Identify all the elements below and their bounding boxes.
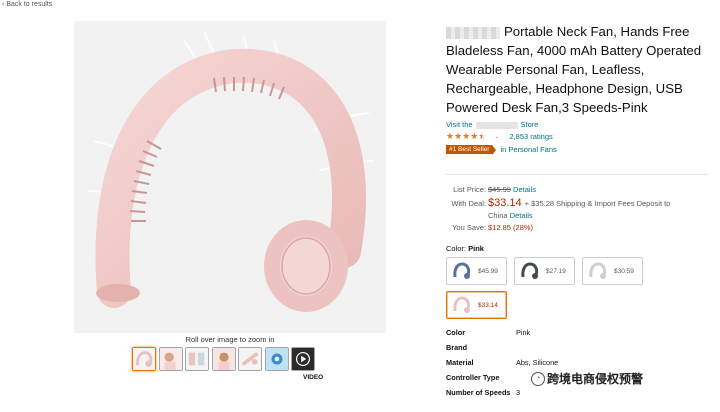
star-rating-icon[interactable]: ★★★★★★ [446, 131, 486, 142]
visit-suffix: Store [520, 120, 539, 129]
best-seller-row: #1 Best Seller in Personal Fans [446, 145, 716, 155]
store-name-redacted [475, 121, 518, 129]
savings-row: You Save: $12.85 (28%) [446, 223, 716, 232]
list-price-details-link[interactable]: Details [513, 185, 536, 194]
back-to-results-link[interactable]: ‹ Back to results [2, 1, 52, 8]
visit-store-link[interactable]: Visit the Store [446, 120, 716, 129]
color-option-2-price: $27.19 [546, 267, 566, 275]
wechat-icon: ◔ [531, 371, 545, 386]
deal-price-row: With Deal: $33.14 + $35.28 Shipping & Im… [446, 197, 716, 209]
thumbnail-strip [132, 347, 315, 371]
thumbnail-4[interactable] [211, 347, 236, 371]
divider [446, 174, 708, 175]
swatch-image-1 [453, 262, 471, 279]
price-block: List Price: $45.99 Details With Deal: $3… [446, 185, 716, 235]
main-product-image[interactable] [74, 21, 386, 333]
selected-color: Pink [468, 244, 484, 253]
rollover-hint: Roll over image to zoom in [185, 335, 275, 344]
deal-label: With Deal: [451, 199, 486, 208]
chevron-down-icon[interactable]: ⌄ [494, 133, 499, 140]
spec-row: Number of Speeds 3 [446, 388, 606, 403]
chevron-left-icon: ‹ [2, 1, 5, 8]
spec-key: Controller Type [446, 373, 500, 382]
video-thumbnail[interactable] [291, 347, 315, 371]
spec-key: Material [446, 358, 474, 367]
color-option-1-price: $45.99 [478, 267, 498, 275]
color-option-3-price: $30.59 [614, 267, 634, 275]
spec-value [516, 343, 606, 358]
watermark: ◔ 跨境电商侵权预警 [531, 370, 643, 387]
product-info: Portable Neck Fan, Hands Free Bladeless … [446, 22, 716, 155]
deal-price: $33.14 [488, 197, 522, 209]
thumbnail-1[interactable] [132, 347, 156, 371]
spec-key: Number of Speeds [446, 388, 511, 397]
thumbnail-3[interactable] [185, 347, 209, 371]
swatch-image-2 [521, 262, 539, 279]
thumbnail-6[interactable] [264, 347, 289, 371]
shipping-text: + $35.28 Shipping & Import Fees Deposit … [524, 199, 671, 208]
list-price-value: $45.99 [488, 185, 511, 194]
play-icon [292, 348, 314, 370]
save-amount: $12.85 (28%) [488, 223, 534, 232]
product-title: Portable Neck Fan, Hands Free Bladeless … [446, 22, 716, 117]
best-seller-category-link[interactable]: in Personal Fans [500, 145, 556, 154]
spec-key: Brand [446, 343, 468, 352]
visit-prefix: Visit the [446, 120, 473, 129]
swatch-image-3 [589, 262, 607, 279]
shipping-details-link[interactable]: Details [510, 211, 533, 220]
list-price-row: List Price: $45.99 Details [446, 185, 716, 194]
swatch-image-4 [453, 296, 471, 313]
spec-key: Color [446, 328, 466, 337]
color-option-1[interactable]: $45.99 [446, 257, 507, 285]
best-seller-badge[interactable]: #1 Best Seller [446, 145, 497, 155]
thumbnail-2[interactable] [158, 347, 183, 371]
spec-row: Brand [446, 343, 606, 358]
product-specs-table: Color Pink Brand Material Abs, Silicone … [446, 328, 606, 403]
color-selector-label: Color: Pink [446, 244, 484, 253]
spec-value: 3 [516, 388, 521, 397]
ratings-count-link[interactable]: 2,853 ratings [509, 132, 552, 141]
thumbnail-5[interactable] [238, 347, 262, 371]
color-option-4-price: $33.14 [478, 301, 498, 309]
color-label-text: Color: [446, 244, 467, 253]
neck-fan-image [74, 21, 386, 333]
spec-row: Color Pink [446, 328, 606, 343]
color-option-4-selected[interactable]: $33.14 [446, 291, 507, 319]
spec-value: Pink [516, 328, 531, 337]
color-option-2[interactable]: $27.19 [514, 257, 575, 285]
video-label: VIDEO [303, 374, 324, 381]
save-label: You Save: [452, 223, 486, 232]
brand-redacted [446, 26, 500, 39]
shipping-country-row: China Details [488, 211, 716, 220]
watermark-text: 跨境电商侵权预警 [547, 372, 644, 386]
color-option-3[interactable]: $30.59 [582, 257, 643, 285]
back-label: Back to results [6, 1, 53, 8]
list-price-label: List Price: [453, 185, 486, 194]
rating-row: ★★★★★★ ⌄ 2,853 ratings [446, 131, 716, 142]
shipping-country: China [488, 211, 508, 220]
